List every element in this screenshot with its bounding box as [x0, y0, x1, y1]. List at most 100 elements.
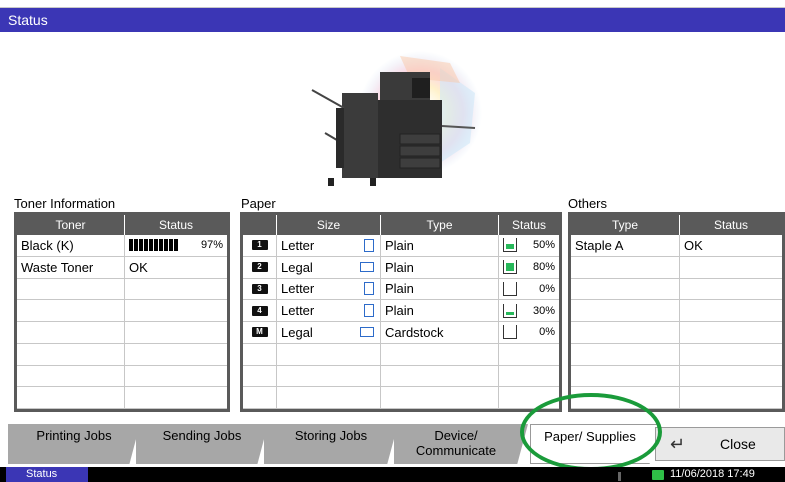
toner-status-cell: OK — [125, 257, 227, 278]
table-row — [243, 365, 559, 388]
others-type-cell — [571, 322, 680, 343]
toner-section-title: Toner Information — [14, 196, 116, 211]
toner-name-cell — [17, 300, 125, 321]
paper-percent: 0% — [539, 282, 555, 295]
others-status-cell — [680, 344, 782, 365]
clock: 11/06/2018 17:49 — [652, 467, 755, 482]
others-status-cell — [680, 300, 782, 321]
toner-bar — [169, 239, 173, 252]
table-row: Waste Toner OK — [17, 256, 227, 279]
table-row — [17, 300, 227, 322]
toner-status-cell — [125, 300, 227, 321]
tray-cell: M — [243, 322, 277, 343]
table-row: Black (K) 97% — [17, 235, 227, 257]
toner-percent: 97% — [200, 239, 223, 252]
table-row: 3 Letter Plain 0% — [243, 278, 559, 301]
paper-percent: 50% — [532, 239, 555, 252]
tab-label: Paper/ Supplies — [544, 429, 636, 444]
toner-name-cell: Black (K) — [17, 235, 125, 256]
paper-orientation-icon — [364, 304, 374, 318]
printer-illustration — [300, 48, 490, 193]
toner-status-text: OK — [129, 259, 148, 275]
toner-header: Toner Status — [17, 215, 227, 235]
printer-image — [311, 51, 482, 186]
close-button[interactable]: ↵ Close — [655, 427, 785, 461]
table-row — [243, 387, 559, 409]
others-status-cell: OK — [684, 237, 703, 253]
paper-size: Letter — [281, 281, 315, 297]
tray-cell: 4 — [243, 300, 277, 321]
table-row — [571, 365, 782, 388]
tray-cell — [243, 343, 277, 365]
table-row — [571, 256, 782, 279]
tray-cell: 1 — [243, 235, 277, 256]
paper-status-cell: 30% — [499, 300, 559, 321]
others-status-cell — [680, 279, 782, 300]
tab-paper-supplies[interactable]: Paper/ Supplies — [530, 424, 660, 464]
size-cell — [277, 365, 381, 387]
tab-sending-jobs[interactable]: Sending Jobs — [136, 424, 268, 464]
others-type-cell — [571, 300, 680, 321]
others-status-cell — [680, 257, 782, 278]
tray-col-header — [243, 215, 277, 235]
toner-status-cell — [125, 366, 227, 387]
size-cell: Letter — [277, 278, 381, 300]
others-status-cell — [680, 366, 782, 387]
size-cell: Legal — [277, 322, 381, 343]
toner-name-cell — [17, 365, 125, 387]
tray-cell — [243, 365, 277, 387]
tray-cell: 3 — [243, 278, 277, 300]
toner-status-cell: 97% — [125, 235, 227, 256]
paper-level-fill — [506, 263, 514, 272]
paper-level-fill — [506, 244, 514, 250]
paper-orientation-icon — [364, 238, 374, 252]
toner-name-cell — [17, 278, 125, 300]
paper-status-cell — [499, 366, 559, 387]
tab-label: Device/ Communicate — [415, 428, 497, 458]
paper-percent: 30% — [532, 304, 555, 317]
toner-name-cell — [17, 322, 125, 343]
table-row: Staple A OK — [571, 235, 782, 257]
toner-level-bars — [129, 239, 178, 252]
tray-icon: 2 — [251, 262, 268, 273]
table-row — [571, 322, 782, 344]
size-cell — [277, 387, 381, 408]
status-tab[interactable]: Status — [6, 467, 88, 482]
toner-name-cell: Waste Toner — [17, 256, 125, 278]
paper-panel: Size Type Status 1 Letter Plain 50% 2 Legal Pl… — [240, 212, 562, 412]
paper-level-icon — [503, 325, 517, 340]
paper-status-cell: 50% — [499, 235, 559, 256]
others-header: Type Status — [571, 215, 782, 235]
type-cell: Plain — [381, 300, 499, 321]
others-type-cell: Staple A — [571, 235, 680, 256]
size-cell — [277, 343, 381, 365]
toner-panel: Toner Status Black (K) 97% Waste Toner OK — [14, 212, 230, 412]
datetime: 11/06/2018 17:49 — [670, 468, 755, 480]
tab-printing-jobs[interactable]: Printing Jobs — [8, 424, 140, 464]
others-type-cell — [571, 256, 680, 278]
others-status-cell — [680, 322, 782, 343]
type-cell — [381, 365, 499, 387]
type-col-header: Type — [381, 215, 499, 235]
tray-icon: 1 — [251, 240, 268, 251]
tray-cell: 2 — [243, 256, 277, 278]
type-cell: Plain — [381, 278, 499, 300]
tab-label: Storing Jobs — [294, 428, 368, 443]
paper-section-title: Paper — [241, 196, 276, 211]
others-status-col-header: Status — [713, 218, 749, 232]
size-cell: Letter — [277, 300, 381, 321]
toner-status-cell — [125, 322, 227, 343]
paper-status-cell: 0% — [499, 279, 559, 300]
size-col-header: Size — [277, 215, 381, 235]
paper-status-cell — [499, 344, 559, 365]
table-row — [571, 300, 782, 322]
type-cell — [381, 387, 499, 408]
others-type-cell — [571, 365, 680, 387]
paper-level-fill — [506, 311, 514, 315]
type-cell: Plain — [381, 256, 499, 278]
paper-level-icon — [503, 303, 517, 318]
tab-storing-jobs[interactable]: Storing Jobs — [264, 424, 398, 464]
tray-icon: 3 — [251, 283, 268, 294]
tab-device-communicate[interactable]: Device/ Communicate — [394, 424, 528, 464]
toner-name-cell — [17, 343, 125, 365]
